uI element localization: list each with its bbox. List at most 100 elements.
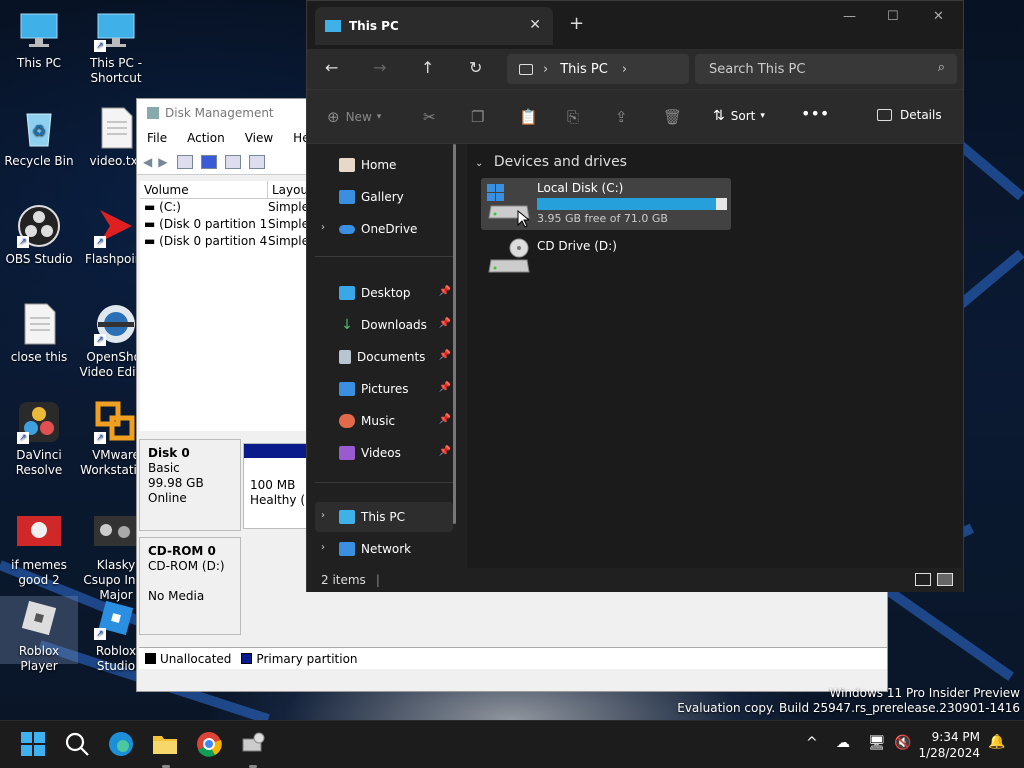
details-button[interactable]: Details (877, 108, 942, 122)
sidebar-item-desktop[interactable]: Desktop 📌 (315, 278, 453, 308)
scrollbar[interactable] (453, 144, 456, 524)
desktop-icon-label: if memes good 2 (11, 558, 67, 587)
volume-row[interactable]: ▬ (Disk 0 partition 1) Simple (140, 216, 308, 233)
volume-row[interactable]: ▬ (C:) Simple (140, 199, 308, 216)
pin-icon[interactable]: 📌 (439, 286, 451, 297)
share-icon[interactable]: ⇪ (615, 108, 628, 126)
drive-icon: ▬ (144, 217, 156, 231)
properties-icon[interactable] (177, 154, 194, 169)
tiles-view-icon[interactable] (937, 573, 953, 586)
forward-arrow-icon[interactable]: ▶ (158, 155, 167, 169)
back-arrow-icon[interactable]: ◀ (143, 155, 152, 169)
svg-text:♻: ♻ (32, 121, 46, 140)
new-tab-icon[interactable]: + (569, 13, 584, 34)
menu-view[interactable]: View (245, 131, 273, 145)
pin-icon[interactable]: 📌 (439, 350, 451, 361)
volume-row[interactable]: ▬ (Disk 0 partition 4) Simple (140, 233, 308, 250)
tab-this-pc[interactable]: This PC ✕ (315, 7, 553, 45)
cdrom-0-panel[interactable]: CD-ROM 0 CD-ROM (D:) No Media (139, 537, 241, 635)
desktop-icon-obs-studio[interactable]: ↗ OBS Studio (0, 204, 78, 267)
partition-block[interactable]: 100 MB Healthy (E (243, 443, 307, 529)
delete-icon[interactable]: 🗑 (663, 108, 682, 126)
details-view-icon[interactable] (915, 573, 931, 586)
disk-management-icon[interactable] (240, 731, 266, 757)
monitor-icon (17, 8, 61, 52)
file-explorer-icon[interactable] (152, 731, 178, 757)
sidebar-item-pictures[interactable]: Pictures 📌 (315, 374, 453, 404)
search-icon[interactable] (64, 731, 90, 757)
help-icon[interactable] (201, 154, 218, 169)
group-header-devices[interactable]: ⌄ Devices and drives (475, 154, 627, 170)
cd-drive-icon (488, 238, 530, 273)
sidebar-item-videos[interactable]: Videos 📌 (315, 438, 453, 468)
legend-primary: Primary partition (256, 651, 358, 666)
pin-icon[interactable]: 📌 (439, 446, 451, 457)
pin-icon[interactable]: 📌 (439, 382, 451, 393)
shortcut-arrow-icon: ↗ (17, 432, 29, 444)
desktop-icon-davinci-resolve[interactable]: ↗ DaVinci Resolve (0, 400, 78, 478)
sidebar-item-documents[interactable]: Documents 📌 (315, 342, 453, 372)
back-arrow-icon[interactable]: ← (325, 58, 338, 77)
video-thumbnail-icon (17, 510, 61, 554)
refresh-icon[interactable]: ↻ (469, 58, 482, 77)
sidebar-item-network[interactable]: › Network (315, 534, 453, 564)
drive-cd-drive-d[interactable]: CD Drive (D:) (481, 236, 731, 288)
chevron-right-icon[interactable]: › (321, 222, 325, 233)
close-tab-icon[interactable]: ✕ (529, 17, 541, 33)
onedrive-icon[interactable]: ☁ (836, 735, 850, 751)
edge-icon[interactable] (108, 731, 134, 757)
menu-action[interactable]: Action (187, 131, 225, 145)
sort-button[interactable]: ⇅ Sort ▾ (713, 108, 765, 124)
sidebar-item-gallery[interactable]: Gallery (315, 182, 453, 212)
chevron-right-icon[interactable]: › (321, 510, 325, 521)
chevron-right-icon[interactable]: › (321, 542, 325, 553)
desktop-icon-recycle-bin[interactable]: ♻ Recycle Bin (0, 106, 78, 169)
notification-bell-icon[interactable]: 🔔 (988, 734, 1005, 750)
maximize-icon[interactable]: ☐ (887, 9, 899, 24)
pin-icon[interactable]: 📌 (439, 414, 451, 425)
desktop-icon-label: Recycle Bin (4, 154, 74, 168)
new-button[interactable]: ⊕ New ▾ (327, 108, 381, 126)
search-input[interactable]: Search This PC ⌕ (695, 54, 957, 84)
chevron-right-icon[interactable]: › (622, 62, 627, 77)
disk-0-panel[interactable]: Disk 0 Basic 99.98 GB Online (139, 439, 241, 531)
sidebar-item-home[interactable]: Home (315, 150, 453, 180)
desktop-icon-if-memes-good-2[interactable]: if memes good 2 (0, 510, 78, 588)
file-explorer-window[interactable]: This PC ✕ + — ☐ ✕ ← → ↑ ↻ › This PC › Se… (306, 0, 964, 592)
network-icon[interactable]: 🖥 (868, 735, 886, 751)
network-icon (339, 542, 355, 556)
up-arrow-icon[interactable]: ↑ (421, 58, 434, 77)
column-volume[interactable]: Volume (140, 181, 268, 198)
forward-arrow-icon[interactable]: → (373, 58, 386, 77)
menu-file[interactable]: File (147, 131, 167, 145)
column-layout[interactable]: Layout (268, 181, 313, 198)
list-view-icon[interactable] (225, 154, 242, 169)
sidebar-item-this-pc[interactable]: › This PC (315, 502, 453, 532)
pin-icon[interactable]: 📌 (439, 318, 451, 329)
close-window-icon[interactable]: ✕ (933, 9, 944, 24)
cut-icon[interactable]: ✂ (423, 108, 436, 126)
sidebar-item-onedrive[interactable]: › OneDrive (315, 214, 453, 244)
paste-icon[interactable]: 📋 (519, 108, 538, 126)
sidebar-item-music[interactable]: Music 📌 (315, 406, 453, 436)
desktop-icon-close-this[interactable]: close this (0, 302, 78, 365)
copy-icon[interactable]: ❐ (471, 108, 484, 126)
settings-icon[interactable] (249, 154, 266, 169)
clock[interactable]: 9:34 PM 1/28/2024 (918, 729, 980, 761)
address-bar[interactable]: › This PC › (507, 54, 689, 84)
mouse-cursor-icon (517, 210, 529, 228)
rename-icon[interactable]: ⎘ (567, 108, 579, 126)
volume-muted-icon[interactable]: 🔇 (894, 735, 911, 751)
more-options-icon[interactable]: ••• (801, 104, 829, 123)
desktop-icon-this-pc-shortcut[interactable]: ↗ This PC - Shortcut (77, 8, 155, 86)
chrome-icon[interactable] (196, 731, 222, 757)
drive-name: Local Disk (C:) (537, 181, 624, 195)
start-icon[interactable] (20, 731, 46, 757)
chevron-up-icon[interactable]: ^ (806, 735, 818, 751)
chevron-down-icon: ▾ (376, 112, 382, 122)
desktop-icon-this-pc[interactable]: This PC (0, 8, 78, 71)
minimize-icon[interactable]: — (843, 9, 856, 24)
video-thumbnail-icon (94, 510, 138, 554)
sidebar-item-downloads[interactable]: ↓ Downloads 📌 (315, 310, 453, 340)
desktop-icon-roblox-player[interactable]: Roblox Player (0, 596, 78, 673)
